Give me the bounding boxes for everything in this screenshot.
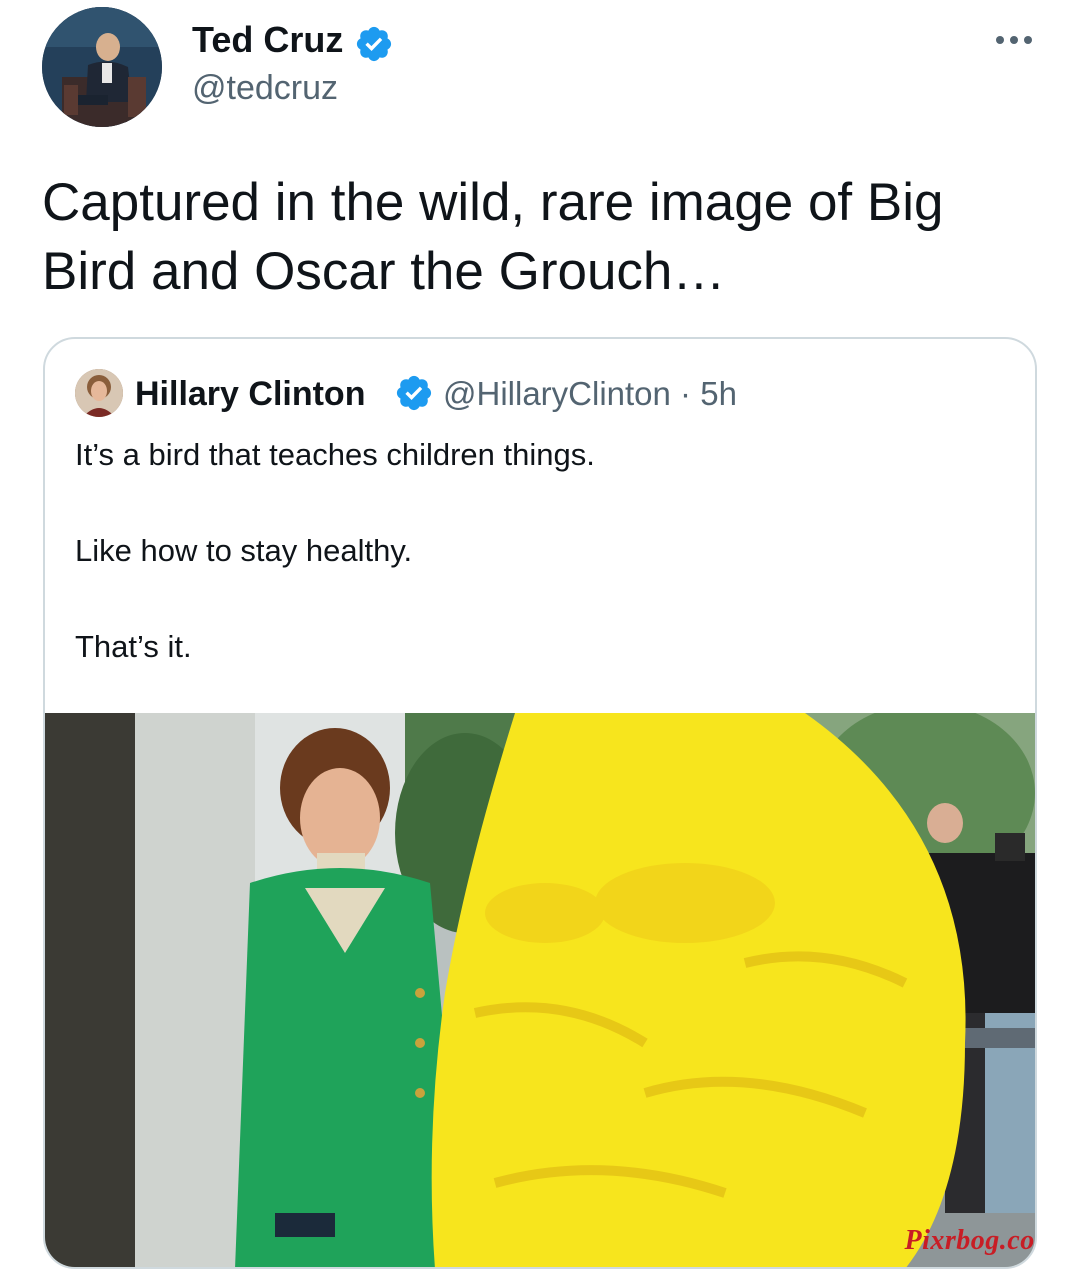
quoted-line: That’s it. xyxy=(75,629,192,664)
quoted-line-gap xyxy=(75,575,1005,623)
quoted-handle-and-time[interactable]: @HillaryClinton · 5h xyxy=(443,374,737,414)
author-name[interactable]: Ted Cruz xyxy=(192,20,343,60)
quoted-author-name[interactable]: Hillary Clinton xyxy=(135,374,365,414)
quoted-line-gap xyxy=(75,479,1005,527)
quoted-line: It’s a bird that teaches children things… xyxy=(75,437,595,472)
author-avatar[interactable] xyxy=(42,7,162,127)
quoted-tweet-photo[interactable]: Pixrbog.com xyxy=(45,713,1036,1267)
author-handle[interactable]: @tedcruz xyxy=(192,68,338,108)
quoted-tweet-text: It’s a bird that teaches children things… xyxy=(75,431,1005,671)
tweet-text: Captured in the wild, rare image of Big … xyxy=(42,173,944,301)
quoted-tweet-card[interactable]: Hillary Clinton @HillaryClinton · 5h It’… xyxy=(43,337,1037,1269)
verified-badge-icon xyxy=(394,373,434,413)
quoted-author-avatar[interactable] xyxy=(75,369,123,417)
quoted-line: Like how to stay healthy. xyxy=(75,533,413,568)
verified-badge-icon xyxy=(354,24,394,64)
more-horizontal-icon xyxy=(996,36,1032,44)
more-options-button[interactable] xyxy=(990,20,1038,60)
photo-watermark: Pixrbog.com xyxy=(904,1225,1036,1256)
